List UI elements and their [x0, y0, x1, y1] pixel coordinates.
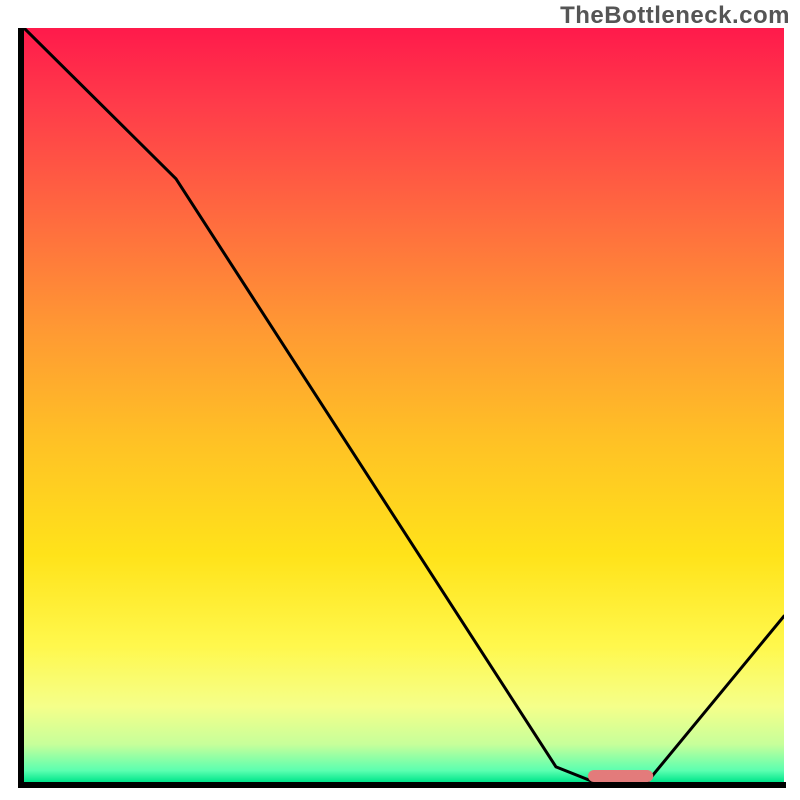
watermark-text: TheBottleneck.com — [560, 2, 790, 30]
optimal-marker — [24, 28, 784, 782]
plot-area — [24, 28, 784, 782]
bottleneck-chart: TheBottleneck.com — [0, 0, 800, 800]
